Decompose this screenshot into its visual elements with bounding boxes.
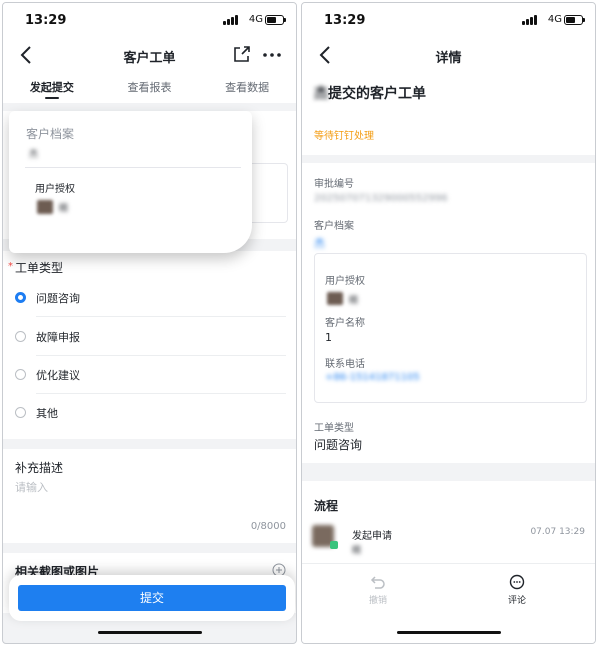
approval-no-label: 审批编号 <box>314 179 354 190</box>
radio-option[interactable]: 问题咨询 <box>3 279 296 317</box>
option-label: 问题咨询 <box>36 292 80 305</box>
radio-unchecked-icon[interactable] <box>15 331 26 342</box>
signal-icon <box>223 15 238 25</box>
customer-file-link[interactable]: 杰 <box>314 235 325 251</box>
char-counter: 0/8000 <box>250 521 286 532</box>
option-label: 故障申报 <box>36 331 80 344</box>
radio-option[interactable]: 故障申报 <box>3 318 296 356</box>
heading-text: 提交的客户工单 <box>328 86 426 102</box>
status-bar: 13:29 4G <box>3 3 296 37</box>
comment-label: 评论 <box>507 596 526 606</box>
tab-submit[interactable]: 发起提交 <box>3 73 101 103</box>
radio-option[interactable]: 优化建议 <box>3 356 296 394</box>
flow-person: 精 <box>352 546 362 556</box>
signal-icon <box>522 15 537 25</box>
comment-icon <box>509 574 525 590</box>
flow-time: 07.07 13:29 <box>530 527 585 537</box>
home-indicator <box>97 631 202 634</box>
supplement-label: 补充描述 <box>15 461 64 475</box>
customer-name-label: 客户名称 <box>325 318 365 329</box>
submit-bar: 提交 <box>9 575 295 621</box>
customer-name-value: 1 <box>325 331 332 344</box>
nav-bar: 客户工单 <box>3 37 296 73</box>
flow-title: 流程 <box>314 499 339 513</box>
home-indicator <box>396 631 501 634</box>
radio-option[interactable]: 其他 <box>3 394 296 432</box>
status-text: 等待钉钉处理 <box>314 131 374 142</box>
required-mark: * <box>8 261 13 272</box>
form-screen: 13:29 4G 客户工单 发起提交 查看报表 查看数据 客户档案 杰 用户授权… <box>2 2 297 644</box>
avatar <box>327 292 343 305</box>
page-title: 详情 <box>435 51 462 66</box>
nav-bar: 详情 <box>302 37 595 73</box>
ticket-type-label: 工单类型 <box>15 261 64 275</box>
network-label: 4G <box>547 14 562 25</box>
battery-icon <box>265 15 286 25</box>
user-auth-label: 用户授权 <box>325 276 365 287</box>
user-auth-name: 精 <box>59 204 69 214</box>
customer-detail-box: 用户授权 精 客户名称 1 联系电话 +86-15141871105 <box>314 253 587 403</box>
radio-checked-icon[interactable] <box>15 292 26 303</box>
user-auth-box: 用户授权 精 <box>25 167 241 239</box>
phone-link[interactable]: +86-15141871105 <box>325 372 420 383</box>
submit-button[interactable]: 提交 <box>18 585 286 611</box>
customer-file-value: 杰 <box>29 150 39 160</box>
share-icon[interactable] <box>232 44 252 64</box>
network-label: 4G <box>248 14 263 25</box>
supplement-input[interactable]: 请输入 <box>15 479 48 495</box>
radio-unchecked-icon[interactable] <box>15 407 26 418</box>
tab-bar: 发起提交 查看报表 查看数据 <box>3 73 296 103</box>
tab-data[interactable]: 查看数据 <box>198 73 296 103</box>
user-auth-label: 用户授权 <box>35 184 75 195</box>
undo-icon <box>370 576 385 589</box>
detail-screen: 13:29 4G 详情 杰提交的客户工单 等待钉钉处理 审批编号 2025070… <box>301 2 596 644</box>
more-icon[interactable] <box>262 45 282 65</box>
tab-report[interactable]: 查看报表 <box>101 73 199 103</box>
option-label: 优化建议 <box>36 369 80 382</box>
detail-heading: 杰提交的客户工单 <box>314 83 426 103</box>
ticket-type-value: 问题咨询 <box>314 438 363 452</box>
flow-section: 流程 发起申请 精 07.07 13:29 <box>302 481 595 571</box>
customer-file-label: 客户档案 <box>314 221 354 232</box>
avatar <box>37 200 53 214</box>
status-time: 13:29 <box>324 13 366 28</box>
supplement-section: 补充描述 请输入 0/8000 <box>3 449 296 543</box>
customer-file-label: 客户档案 <box>26 127 75 141</box>
approval-no-value: 202507071329000552996 <box>314 193 448 204</box>
status-bar: 13:29 4G <box>302 3 595 37</box>
withdraw-label: 撤销 <box>368 596 387 606</box>
withdraw-button[interactable]: 撤销 <box>358 574 398 606</box>
flow-step: 发起申请 <box>352 531 392 542</box>
approved-badge-icon <box>330 541 338 549</box>
detail-header: 杰提交的客户工单 等待钉钉处理 <box>302 73 595 155</box>
option-label: 其他 <box>36 407 58 420</box>
status-time: 13:29 <box>25 13 67 28</box>
page-title: 客户工单 <box>123 51 176 66</box>
submitter-name: 杰 <box>314 86 328 102</box>
battery-icon <box>564 15 585 25</box>
ticket-type-section: * 工单类型 问题咨询 故障申报 优化建议 其他 <box>3 251 296 439</box>
comment-button[interactable]: 评论 <box>497 574 537 606</box>
customer-file-card[interactable]: 客户档案 杰 用户授权 精 <box>9 111 252 253</box>
ticket-type-label: 工单类型 <box>314 423 354 434</box>
radio-unchecked-icon[interactable] <box>15 369 26 380</box>
phone-label: 联系电话 <box>325 359 365 370</box>
user-auth-name: 精 <box>349 296 359 306</box>
